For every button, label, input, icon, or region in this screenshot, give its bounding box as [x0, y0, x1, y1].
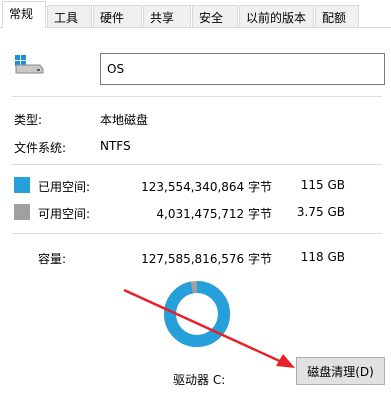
filesystem-value: NTFS [100, 139, 131, 153]
tab-security[interactable]: 安全 [192, 5, 238, 27]
free-space-label: 可用空间: [38, 207, 91, 221]
drive-name-input[interactable] [100, 53, 385, 85]
type-value: 本地磁盘 [100, 113, 149, 127]
separator [12, 96, 382, 97]
separator [12, 233, 382, 234]
used-space-label: 已用空间: [38, 180, 91, 194]
capacity-bytes: 127,585,816,576 字节 [141, 252, 272, 266]
separator [12, 164, 382, 165]
capacity-label: 容量: [38, 252, 67, 266]
used-space-size: 115 GB [300, 178, 345, 192]
drive-letter-label: 驱动器 C: [173, 373, 226, 387]
tab-hardware[interactable]: 硬件 [93, 5, 142, 27]
tab-quota[interactable]: 配额 [315, 5, 359, 27]
free-space-bytes: 4,031,475,712 字节 [156, 207, 272, 221]
drive-icon [15, 55, 44, 74]
used-space-bytes: 123,554,340,864 字节 [141, 180, 272, 194]
filesystem-label: 文件系统: [14, 141, 67, 155]
tab-tools[interactable]: 工具 [47, 5, 92, 27]
tab-general[interactable]: 常规 [2, 1, 46, 28]
disk-cleanup-button[interactable]: 磁盘清理(D) [296, 357, 385, 385]
used-space-swatch [14, 177, 30, 193]
tab-previous-versions[interactable]: 以前的版本 [239, 5, 314, 27]
tab-bar: 常规 工具 硬件 共享 安全 以前的版本 配额 [0, 0, 391, 28]
usage-donut-chart [164, 281, 230, 347]
donut-used-segment [164, 281, 230, 347]
free-space-swatch [14, 204, 30, 220]
capacity-size: 118 GB [300, 250, 345, 264]
free-space-size: 3.75 GB [296, 205, 345, 219]
tab-sharing[interactable]: 共享 [143, 5, 191, 27]
type-label: 类型: [14, 113, 43, 127]
